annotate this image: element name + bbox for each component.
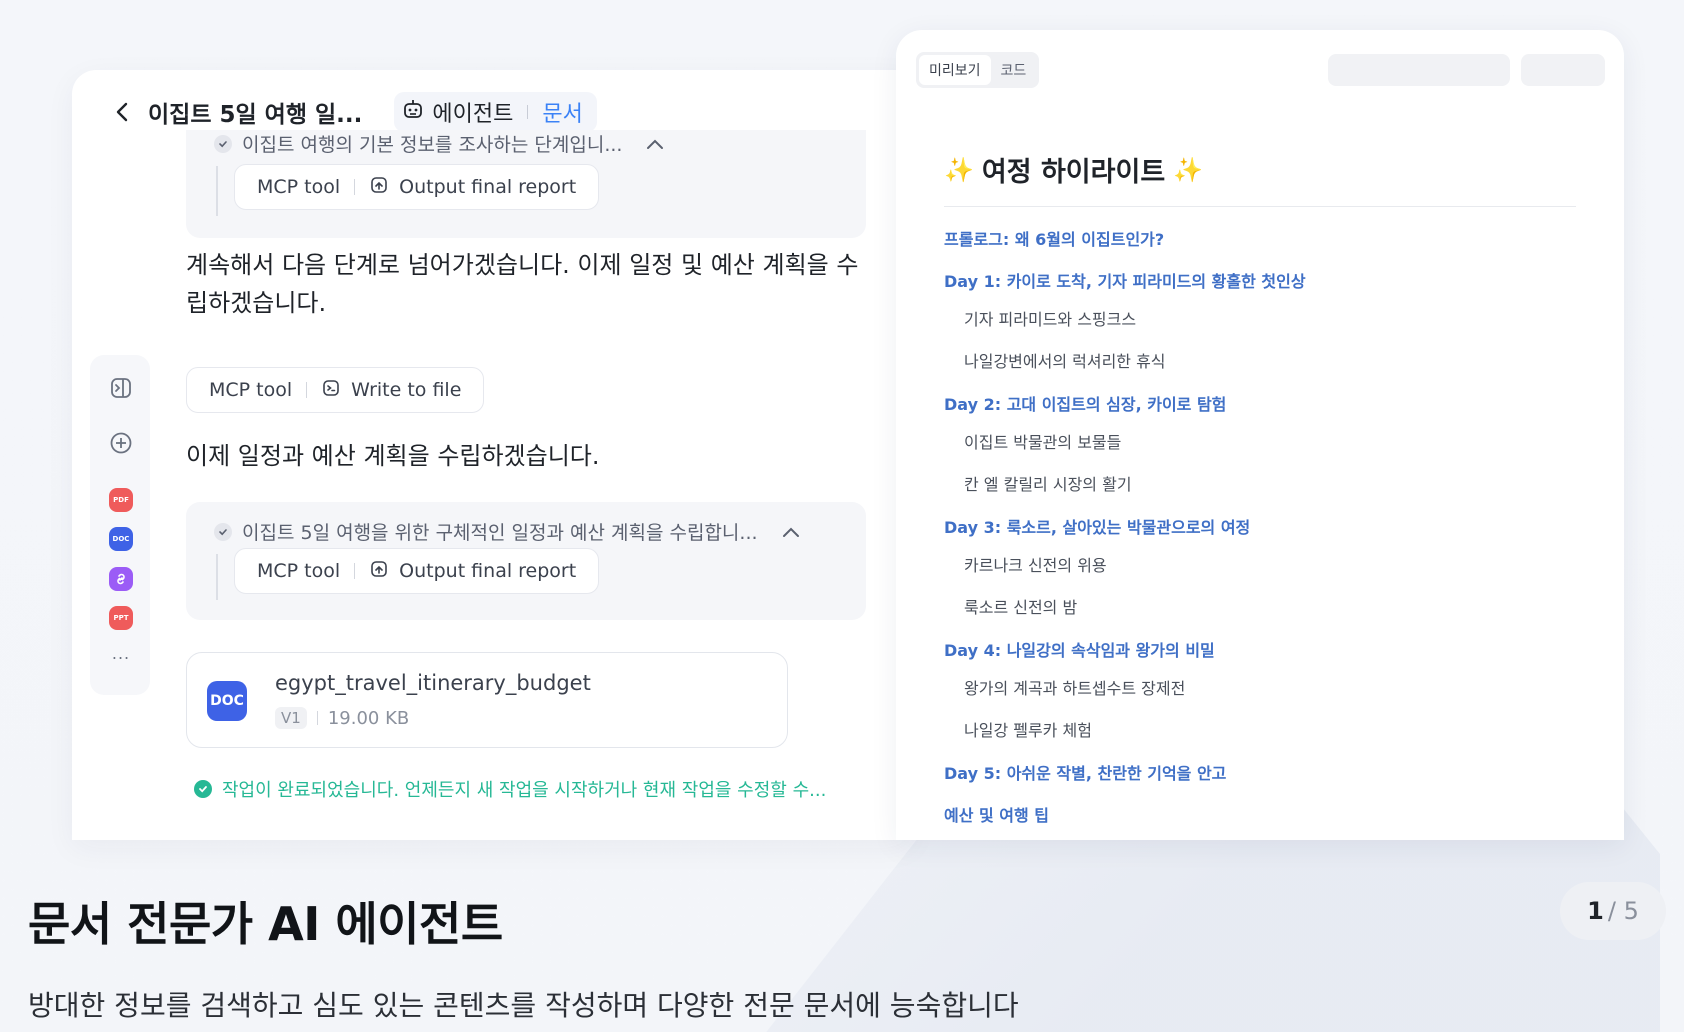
step-block-research: 이집트 여행의 기본 정보를 조사하는 단계입니... MCP tool Out… [186, 130, 866, 238]
side-toolbar: PDF DOC PPT ... [90, 355, 150, 695]
report-icon [369, 559, 389, 584]
document-title: 여정 하이라이트 [981, 157, 1166, 188]
mode-doc-label: 문서 [542, 102, 583, 127]
pdf-file-icon[interactable]: PDF [109, 488, 133, 512]
step-connector [216, 166, 218, 216]
toc-item[interactable]: 나일강 펠루카 체험 [964, 721, 1092, 741]
back-icon[interactable] [108, 98, 136, 126]
file-meta: V1 19.00 KB [275, 707, 409, 729]
ppt-file-icon[interactable]: PPT [109, 606, 133, 630]
pill-divider [306, 382, 308, 398]
assistant-message: 계속해서 다음 단계로 넘어가겠습니다. 이제 일정 및 예산 계획을 수립하겠… [186, 251, 859, 317]
tool-call-output-report[interactable]: MCP tool Output final report [234, 548, 600, 594]
tool-action-label: Output final report [399, 560, 577, 582]
pager-total: / 5 [1607, 897, 1639, 925]
terminal-icon [321, 378, 341, 403]
toolbar-placeholder [1521, 54, 1605, 86]
file-attachment-card[interactable]: DOC egypt_travel_itinerary_budget V1 19.… [186, 652, 788, 748]
chat-panel: 이집트 5일 여행 일... 에이전트 문서 PDF DOC PPT ... 이… [72, 70, 912, 840]
step-connector [216, 554, 218, 600]
view-toggle: 미리보기 코드 [916, 52, 1040, 88]
file-name: egypt_travel_itinerary_budget [275, 671, 591, 695]
chat-header: 이집트 5일 여행 일... 에이전트 문서 [108, 90, 597, 134]
chevron-up-icon[interactable] [782, 521, 800, 543]
tool-action-label: Output final report [399, 176, 577, 198]
toc-item[interactable]: 왕가의 계곡과 하트셉수트 장제전 [964, 679, 1185, 699]
tool-action-label: Write to file [351, 379, 462, 401]
mode-selector[interactable]: 에이전트 문서 [394, 92, 597, 132]
link-icon[interactable] [109, 567, 133, 591]
file-size: 19.00 KB [327, 707, 410, 729]
tool-call-output-report[interactable]: MCP tool Output final report [234, 164, 600, 210]
chevron-up-icon[interactable] [646, 133, 664, 155]
toc-item[interactable]: 나일강변에서의 럭셔리한 휴식 [964, 352, 1166, 372]
feature-title: 문서 전문가 AI 에이전트 [28, 897, 503, 951]
sidebar-toggle-icon[interactable] [108, 375, 134, 401]
sparkle-icon: ✨ [1173, 155, 1204, 184]
document-heading: ✨ 여정 하이라이트 ✨ [944, 150, 1203, 189]
toc-item[interactable]: 프롤로그: 왜 6월의 이집트인가? [944, 230, 1164, 250]
doc-file-icon: DOC [207, 681, 247, 721]
meta-divider [316, 711, 318, 725]
completion-status: 작업이 완료되었습니다. 언제든지 새 작업을 시작하거나 현재 작업을 수정할… [194, 776, 826, 802]
toc-item[interactable]: Day 5: 아쉬운 작별, 찬란한 기억을 안고 [944, 764, 1226, 784]
mcp-tool-label: MCP tool [209, 379, 293, 401]
tab-preview[interactable]: 미리보기 [919, 55, 991, 85]
toc-item[interactable]: Day 4: 나일강의 속삭임과 왕가의 비밀 [944, 641, 1215, 661]
pill-divider [354, 179, 356, 195]
heading-divider [944, 206, 1576, 207]
assistant-message: 이제 일정과 예산 계획을 수립하겠습니다. [186, 442, 600, 470]
version-badge: V1 [275, 707, 307, 729]
step-block-planning: 이집트 5일 여행을 위한 구체적인 일정과 예산 계획을 수립합니... MC… [186, 502, 866, 620]
tab-code[interactable]: 코드 [991, 55, 1037, 85]
mcp-tool-label: MCP tool [257, 560, 341, 582]
more-icon[interactable]: ... [108, 640, 134, 666]
toc-item[interactable]: Day 3: 룩소르, 살아있는 박물관으로의 여정 [944, 518, 1250, 538]
toc-item[interactable]: 룩소르 신전의 밤 [964, 598, 1077, 618]
toc-item[interactable]: Day 2: 고대 이집트의 심장, 카이로 탐험 [944, 395, 1226, 415]
toc-item[interactable]: 칸 엘 칼릴리 시장의 활기 [964, 475, 1132, 495]
check-icon [214, 134, 232, 153]
toc-item[interactable]: Day 1: 카이로 도착, 기자 피라미드의 황홀한 첫인상 [944, 272, 1306, 292]
slide-pager[interactable]: 1 / 5 [1560, 882, 1666, 940]
step-header[interactable]: 이집트 5일 여행을 위한 구체적인 일정과 예산 계획을 수립합니... [214, 518, 800, 545]
toc-item[interactable]: 예산 및 여행 팁 [944, 806, 1049, 826]
check-circle-icon [194, 780, 212, 798]
mode-divider [527, 105, 529, 119]
pager-current: 1 [1587, 897, 1604, 925]
toc-item[interactable]: 이집트 박물관의 보물들 [964, 433, 1121, 453]
toolbar-placeholder [1328, 54, 1510, 86]
mode-agent-label: 에이전트 [432, 102, 514, 127]
new-task-icon[interactable] [108, 430, 134, 456]
pill-divider [354, 563, 356, 579]
report-icon [369, 175, 389, 200]
step-header[interactable]: 이집트 여행의 기본 정보를 조사하는 단계입니... [214, 130, 664, 157]
chat-title: 이집트 5일 여행 일... [148, 102, 363, 128]
robot-icon [402, 98, 424, 126]
step-title: 이집트 5일 여행을 위한 구체적인 일정과 예산 계획을 수립합니... [242, 522, 758, 544]
sparkle-icon: ✨ [944, 155, 974, 184]
doc-file-icon[interactable]: DOC [109, 527, 133, 551]
completion-text: 작업이 완료되었습니다. 언제든지 새 작업을 시작하거나 현재 작업을 수정할… [222, 780, 827, 801]
toc-item[interactable]: 기자 피라미드와 스핑크스 [964, 310, 1136, 330]
document-preview-panel: 미리보기 코드 ✨ 여정 하이라이트 ✨ 프롤로그: 왜 6월의 이집트인가? … [896, 30, 1624, 840]
check-icon [214, 522, 232, 541]
tool-call-write-file[interactable]: MCP tool Write to file [186, 367, 485, 413]
step-title: 이집트 여행의 기본 정보를 조사하는 단계입니... [242, 134, 623, 156]
mcp-tool-label: MCP tool [257, 176, 341, 198]
feature-subtitle: 방대한 정보를 검색하고 심도 있는 콘텐츠를 작성하며 다양한 전문 문서에 … [28, 989, 1019, 1022]
toc-item[interactable]: 카르나크 신전의 위용 [964, 556, 1107, 576]
